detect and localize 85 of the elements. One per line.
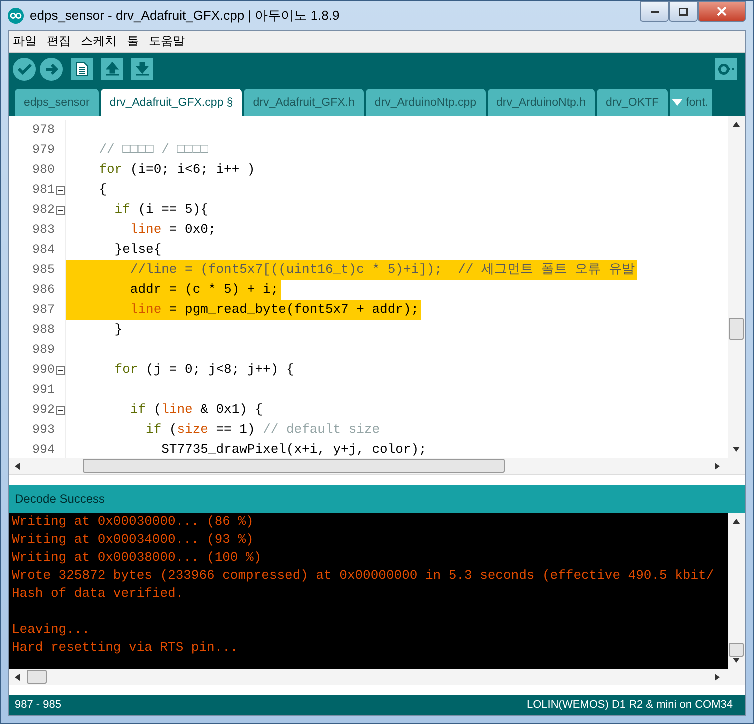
board-port-label: LOLIN(WEMOS) D1 R2 & mini on COM34 <box>527 699 733 711</box>
scroll-down-arrow-icon[interactable] <box>733 446 740 453</box>
scroll-thumb[interactable] <box>83 459 505 473</box>
close-icon <box>717 7 727 16</box>
menu-item[interactable]: 편집 <box>47 33 71 50</box>
vertical-scrollbar[interactable] <box>728 116 745 458</box>
verify-button[interactable] <box>13 58 36 80</box>
scroll-thumb[interactable] <box>27 670 47 684</box>
up-arrow-icon <box>106 62 118 76</box>
line-number: 992 <box>32 403 55 417</box>
file-tab[interactable]: drv_Adafruit_GFX.cpp § <box>100 89 242 116</box>
upload-button[interactable] <box>40 58 63 80</box>
maximize-button[interactable] <box>669 1 698 22</box>
magnifier-icon <box>718 64 734 74</box>
code-line: for (i=0; i<6; i++ ) <box>98 161 256 179</box>
close-button[interactable] <box>698 1 746 22</box>
save-button[interactable] <box>131 58 153 80</box>
console-line: Leaving... <box>12 621 92 639</box>
scroll-right-arrow-icon[interactable] <box>714 674 721 680</box>
line-number: 990 <box>32 363 55 377</box>
scroll-left-arrow-icon[interactable] <box>14 462 21 470</box>
line-number: 991 <box>32 383 55 397</box>
infinity-logo-icon <box>8 8 24 24</box>
line-number: 989 <box>32 343 55 357</box>
document-icon <box>76 62 88 76</box>
open-button[interactable] <box>101 58 123 80</box>
code-line: }else{ <box>114 241 163 259</box>
console-line: Writing at 0x00034000... (93 %) <box>12 531 255 549</box>
console-line: Wrote 325872 bytes (233966 compressed) at 0x00000000 in 5.3 seconds (effective 490.5 kbit/ <box>12 567 716 585</box>
console-line: Writing at 0x00038000... (100 %) <box>12 549 263 567</box>
line-number: 993 <box>32 423 55 437</box>
serial-monitor-button[interactable] <box>715 58 737 80</box>
code-line: { <box>98 181 108 199</box>
code-line: if (line & 0x1) { <box>129 401 264 419</box>
line-range: 987 - 985 <box>15 699 62 711</box>
line-number: 986 <box>32 283 55 297</box>
line-number: 988 <box>32 323 55 337</box>
fold-toggle-icon[interactable] <box>56 186 65 194</box>
right-arrow-icon <box>46 64 58 74</box>
scroll-up-arrow-icon[interactable] <box>733 121 740 128</box>
scroll-down-arrow-icon[interactable] <box>733 657 740 664</box>
checkmark-icon <box>18 64 32 74</box>
line-number: 980 <box>32 163 55 177</box>
line-number: 984 <box>32 243 55 257</box>
console-line: Hash of data verified. <box>12 585 185 603</box>
scroll-left-arrow-icon[interactable] <box>14 674 21 680</box>
line-number: 978 <box>32 123 55 137</box>
line-number: 981 <box>32 183 55 197</box>
console-line: Hard resetting via RTS pin... <box>12 639 240 657</box>
line-number: 985 <box>32 263 55 277</box>
console-vertical-scrollbar[interactable] <box>728 513 745 669</box>
scroll-right-arrow-icon[interactable] <box>714 462 721 470</box>
menu-item[interactable]: 툴 <box>127 33 139 50</box>
menu-item[interactable]: 도움말 <box>149 33 185 50</box>
code-line: ST7735_drawPixel(x+i, y+j, color); <box>160 441 428 458</box>
line-number: 982 <box>32 203 55 217</box>
menu-item[interactable]: 파일 <box>13 33 37 50</box>
console-horizontal-scrollbar[interactable] <box>9 669 745 685</box>
line-number: 983 <box>32 223 55 237</box>
horizontal-scrollbar[interactable] <box>9 458 745 474</box>
line-number: 979 <box>32 143 55 157</box>
status-message: Decode Success <box>15 492 106 506</box>
tab-label: font. <box>686 96 708 108</box>
fold-toggle-icon[interactable] <box>56 406 65 414</box>
minimize-button[interactable] <box>640 1 669 22</box>
scroll-thumb[interactable] <box>729 643 744 657</box>
line-number: 994 <box>32 443 55 457</box>
code-line: // □□□□ / □□□□ <box>98 141 210 159</box>
down-arrow-icon <box>136 62 148 76</box>
new-button[interactable] <box>71 58 93 80</box>
code-line: if (size == 1) // default size <box>145 421 382 439</box>
code-line: if (i == 5){ <box>114 201 210 219</box>
code-line: for (j = 0; j<8; j++) { <box>114 361 296 379</box>
window-title: edps_sensor - drv_Adafruit_GFX.cpp | 아두이노 1.8.9 <box>30 6 340 24</box>
console-line: Writing at 0x00030000... (86 %) <box>12 513 255 531</box>
maximize-icon <box>679 8 688 16</box>
scroll-thumb[interactable] <box>729 318 744 340</box>
code-line: line = 0x0; <box>129 221 218 239</box>
fold-toggle-icon[interactable] <box>56 206 65 214</box>
fold-toggle-icon[interactable] <box>56 366 65 374</box>
code-line: } <box>114 321 124 339</box>
scroll-up-arrow-icon[interactable] <box>733 518 740 525</box>
minimize-icon <box>650 10 658 12</box>
line-number: 987 <box>32 303 55 317</box>
menu-item[interactable]: 스케치 <box>81 33 117 50</box>
